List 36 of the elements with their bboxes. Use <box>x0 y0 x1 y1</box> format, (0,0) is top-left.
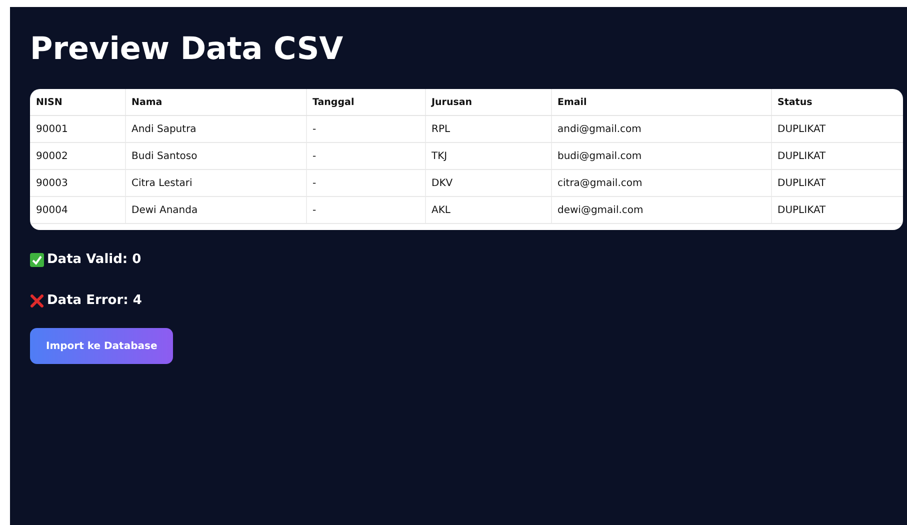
column-header: Jurusan <box>425 89 551 116</box>
table-cell: - <box>306 142 425 170</box>
table-cell: Andi Saputra <box>125 116 306 142</box>
table-cell: AKL <box>425 196 551 224</box>
table-cell: Budi Santoso <box>125 142 306 170</box>
table-cell: citra@gmail.com <box>551 170 771 196</box>
import-button[interactable]: Import ke Database <box>30 328 174 364</box>
table-cell: - <box>306 196 425 224</box>
column-header: Email <box>551 89 771 116</box>
table-cell: 90003 <box>30 170 125 196</box>
table-cell: andi@gmail.com <box>551 116 771 142</box>
table-cell: - <box>306 170 425 196</box>
column-header: NISN <box>30 89 125 116</box>
summary-text: Data Valid: 0 <box>47 252 142 267</box>
table-cell: DKV <box>425 170 551 196</box>
page-title: Preview Data CSV <box>30 30 344 69</box>
summary-text: Data Error: 4 <box>47 293 142 308</box>
table-cell: Citra Lestari <box>125 170 306 196</box>
cross-icon <box>30 294 44 308</box>
column-header: Nama <box>125 89 306 116</box>
table-cell: dewi@gmail.com <box>551 196 771 224</box>
table-cell: 90002 <box>30 142 125 170</box>
table-cell: TKJ <box>425 142 551 170</box>
check-box-icon <box>30 252 44 266</box>
table-cell: DUPLIKAT <box>771 142 903 170</box>
table-cell: Dewi Ananda <box>125 196 306 224</box>
column-header: Tanggal <box>306 89 425 116</box>
table-cell: DUPLIKAT <box>771 196 903 224</box>
table-cell: RPL <box>425 116 551 142</box>
table-cell: 90004 <box>30 196 125 224</box>
table-cell: - <box>306 116 425 142</box>
table-cell: DUPLIKAT <box>771 170 903 196</box>
column-header: Status <box>771 89 903 116</box>
table-cell: DUPLIKAT <box>771 116 903 142</box>
table-cell: 90001 <box>30 116 125 142</box>
table-cell: budi@gmail.com <box>551 142 771 170</box>
